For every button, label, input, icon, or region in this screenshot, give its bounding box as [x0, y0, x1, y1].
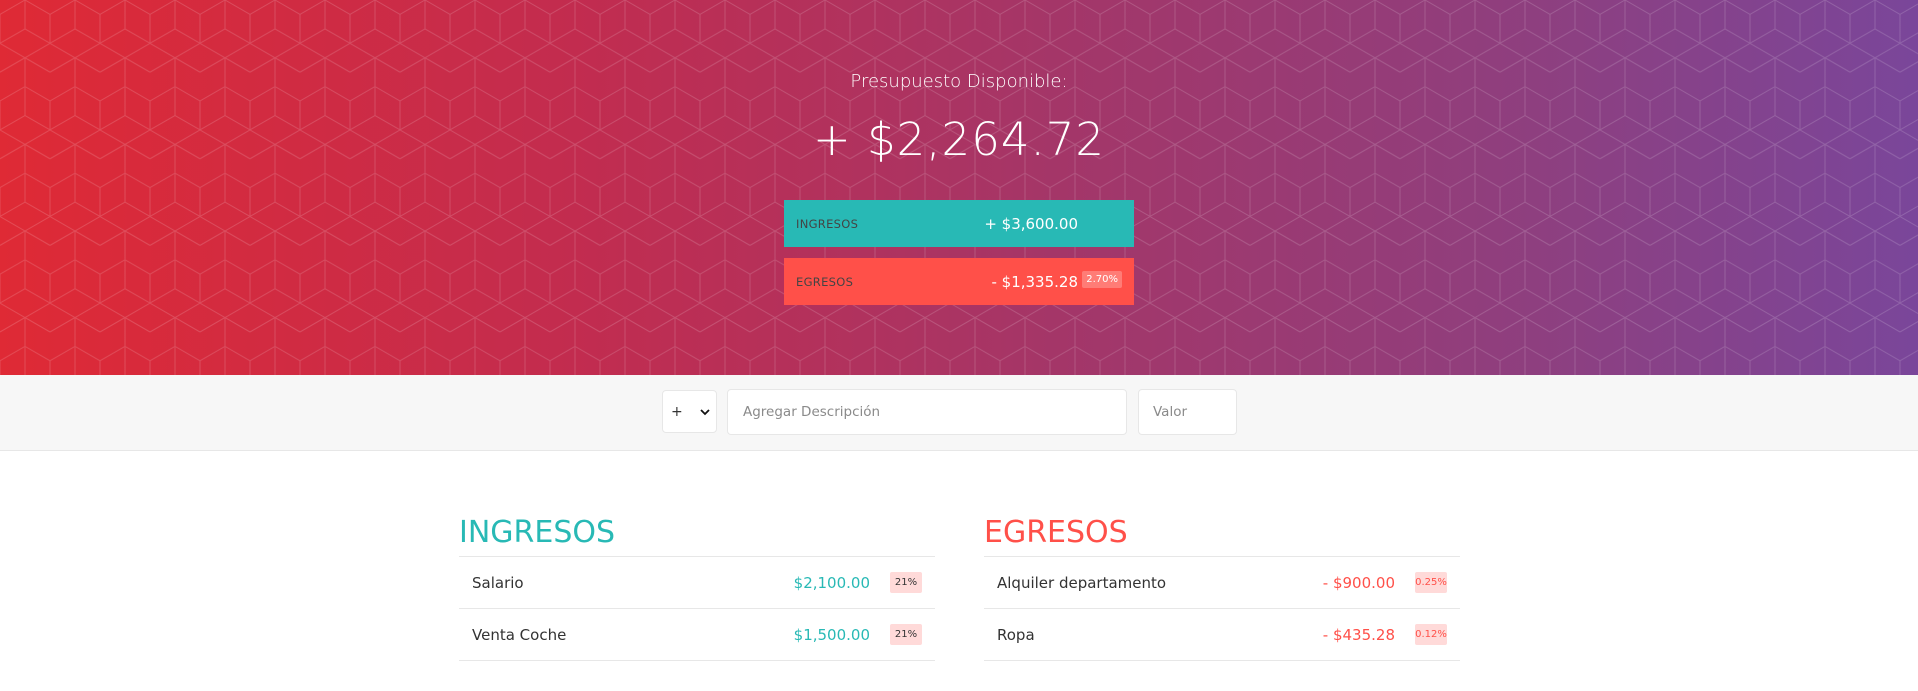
item-description: Salario [472, 573, 524, 592]
chevron-down-icon [700, 408, 710, 415]
expense-summary-value: - $1,335.28 [991, 272, 1078, 291]
item-percentage: 21% [890, 624, 922, 645]
income-list-title: Ingresos [459, 510, 935, 557]
income-summary: Ingresos + $3,600.00 [784, 200, 1134, 247]
cube-pattern-background [0, 0, 1918, 375]
budget-title: Presupuesto Disponible: [850, 71, 1068, 92]
expense-list-title: Egresos [984, 510, 1460, 557]
value-input[interactable] [1138, 389, 1237, 435]
list-item[interactable]: Ropa - $435.28 0.12% [984, 609, 1460, 661]
item-value: - $435.28 [1322, 625, 1395, 644]
item-value: - $900.00 [1322, 573, 1395, 592]
budget-value: + $2,264.72 [812, 113, 1106, 166]
expense-summary-label: Egresos [796, 274, 854, 289]
item-description: Ropa [997, 625, 1035, 644]
list-item[interactable]: Salario $2,100.00 21% [459, 557, 935, 609]
type-select-value: + [671, 403, 683, 420]
list-item[interactable]: Venta Coche $1,500.00 21% [459, 609, 935, 661]
item-description: Alquiler departamento [997, 573, 1167, 592]
header-section: Presupuesto Disponible: + $2,264.72 Ingr… [0, 0, 1918, 375]
item-description: Venta Coche [472, 625, 567, 644]
income-summary-value: + $3,600.00 [984, 214, 1078, 233]
expense-summary: Egresos - $1,335.28 2.70% [784, 258, 1134, 305]
expense-summary-percentage: 2.70% [1082, 271, 1122, 288]
expense-column: Egresos Alquiler departamento - $900.00 … [984, 510, 1460, 661]
type-select[interactable]: + [662, 390, 717, 433]
description-input[interactable] [727, 389, 1127, 435]
item-value: $2,100.00 [793, 573, 870, 592]
income-summary-label: Ingresos [796, 216, 859, 231]
list-item[interactable]: Alquiler departamento - $900.00 0.25% [984, 557, 1460, 609]
item-percentage: 0.12% [1415, 624, 1447, 645]
income-column: Ingresos Salario $2,100.00 21% Venta Coc… [459, 510, 935, 661]
item-percentage: 21% [890, 572, 922, 593]
item-percentage: 0.25% [1415, 572, 1447, 593]
item-value: $1,500.00 [793, 625, 870, 644]
